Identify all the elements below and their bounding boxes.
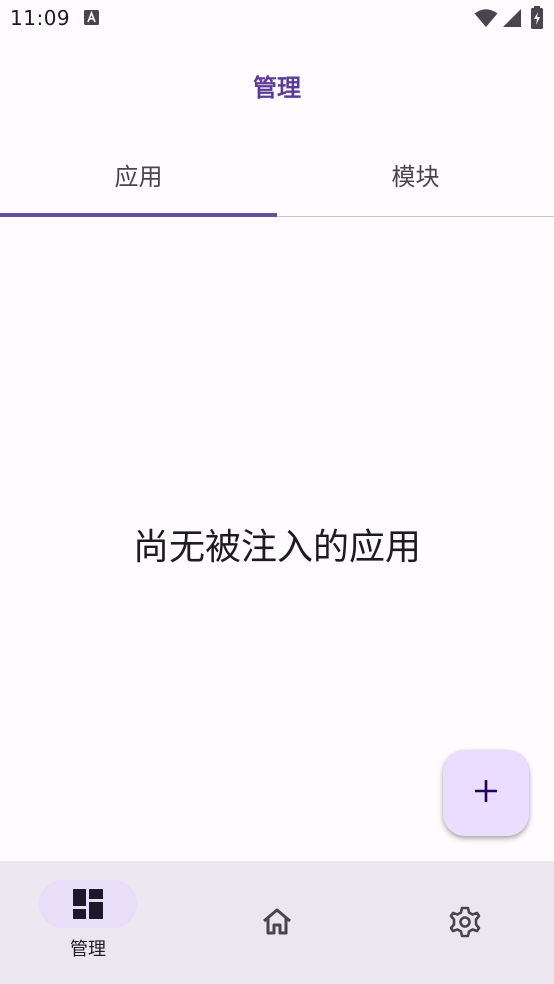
wifi-icon xyxy=(474,8,498,32)
tab-indicator xyxy=(0,213,277,217)
status-bar: 11:09 xyxy=(0,0,554,38)
empty-state-message: 尚无被注入的应用 xyxy=(132,527,421,568)
nav-item-manage[interactable]: 管理 xyxy=(0,861,184,984)
nav-item-settings[interactable] xyxy=(370,861,554,984)
nav-item-home[interactable] xyxy=(184,861,368,984)
bottom-navigation: 管理 xyxy=(0,861,554,984)
home-icon xyxy=(261,907,293,939)
signal-icon xyxy=(502,8,522,32)
settings-icon xyxy=(449,906,481,942)
add-fab-button[interactable] xyxy=(443,750,529,836)
tab-modules[interactable]: 模块 xyxy=(277,134,554,216)
battery-icon xyxy=(530,6,544,34)
top-app-bar: 管理 xyxy=(0,38,554,134)
plus-icon xyxy=(473,778,499,808)
status-time: 11:09 xyxy=(10,6,71,30)
page-title: 管理 xyxy=(253,74,301,102)
a-notification-icon xyxy=(84,10,99,25)
nav-label-manage: 管理 xyxy=(70,939,106,960)
tab-bar: 应用 模块 xyxy=(0,134,554,218)
tab-apps[interactable]: 应用 xyxy=(0,134,277,216)
dashboard-icon xyxy=(73,889,103,923)
